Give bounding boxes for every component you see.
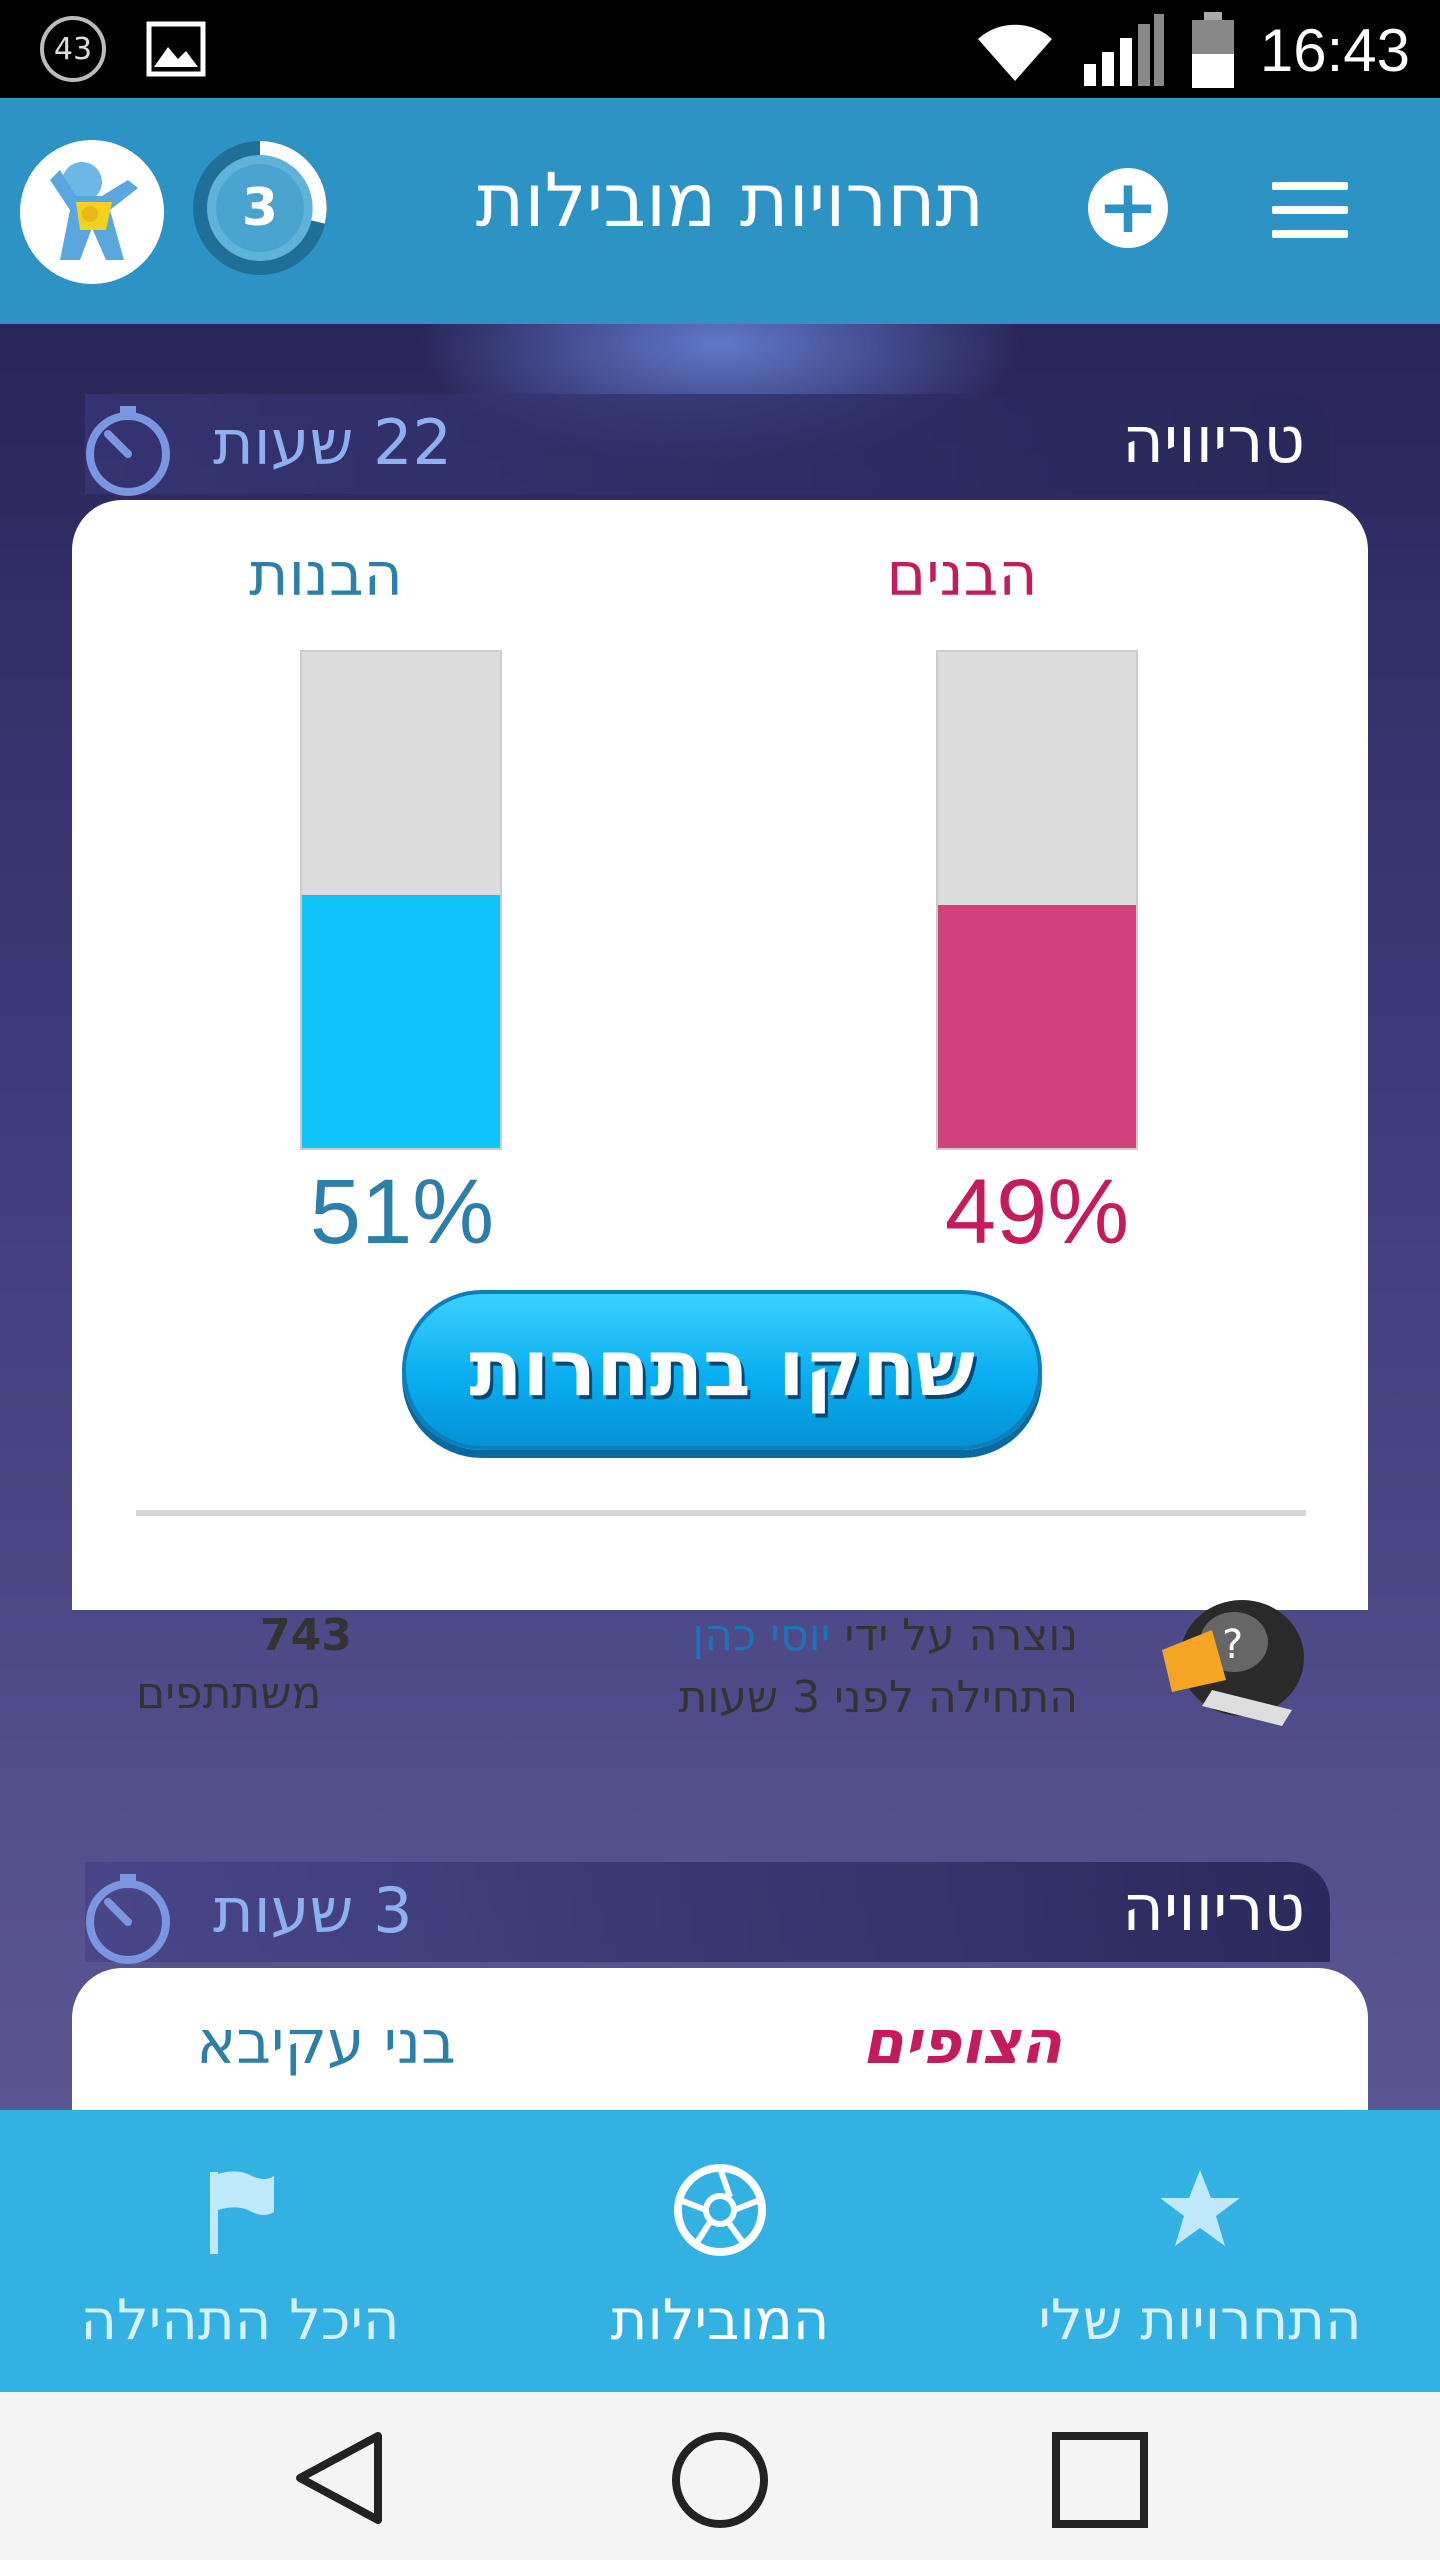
created-by-label: נוצרה על ידי <box>844 1610 1078 1661</box>
nav-hall-of-fame[interactable]: היכל התהילה <box>0 2110 480 2392</box>
team-name-right: הצופים <box>862 2008 1062 2078</box>
competition-header: 22 שעות טריוויה <box>85 394 1330 496</box>
nav-leading[interactable]: המובילות <box>480 2110 960 2392</box>
competitions-list: 22 שעות טריוויה הבנים הבנות 49% 51% שחקו… <box>0 324 1440 2110</box>
bottom-nav: היכל התהילה המובילות התחרויות שלי <box>0 2110 1440 2392</box>
time-left: 3 שעות <box>213 1874 413 1947</box>
status-bar: 43 16:43 <box>0 0 1440 98</box>
svg-text:?: ? <box>1222 1622 1243 1668</box>
battery-icon <box>1191 12 1234 88</box>
competition-card: הבנים הבנות 49% 51% שחקו בתחרות ? נוצרה … <box>72 500 1368 1726</box>
level-badge[interactable]: 3 <box>190 138 330 278</box>
creator-info: נוצרה על ידי יוסי כהן <box>692 1610 1078 1661</box>
team-name-boys: הבנים <box>886 540 1038 610</box>
home-icon[interactable] <box>668 2428 772 2532</box>
separator <box>480 2100 960 2110</box>
notification-badge: 43 <box>40 16 106 82</box>
back-icon[interactable] <box>290 2428 390 2528</box>
add-competition-button[interactable]: + <box>1088 168 1168 248</box>
percent-girls: 51% <box>309 1161 495 1263</box>
app-header: 3 תחרויות מובילות + <box>0 98 1440 324</box>
system-nav-bar <box>0 2392 1440 2560</box>
timer-icon <box>86 406 170 496</box>
started-time: התחילה לפני 3 שעות <box>678 1672 1078 1723</box>
category-label: טריוויה <box>1122 404 1305 478</box>
progress-fill-girls <box>302 895 500 1148</box>
progress-bar-girls <box>300 650 502 1150</box>
team-name-girls: הבנות <box>249 540 403 610</box>
menu-button[interactable] <box>1272 182 1348 238</box>
nav-label: היכל התהילה <box>80 2288 400 2353</box>
category-label: טריוויה <box>1122 1872 1305 1946</box>
image-icon <box>146 21 206 77</box>
signal-icon <box>1083 14 1164 86</box>
percent-boys: 49% <box>944 1161 1130 1263</box>
creator-icon: ? <box>1162 1600 1304 1726</box>
divider <box>136 1510 1306 1516</box>
level-number: 3 <box>241 178 279 238</box>
page-title: תחרויות מובילות <box>475 158 985 244</box>
play-competition-button[interactable]: שחקו בתחרות <box>402 1290 1042 1450</box>
star-icon <box>1160 2170 1240 2246</box>
competition-card: הצופים בני עקיבא <box>72 1968 1368 2110</box>
time-left: 22 שעות <box>213 406 452 479</box>
nav-label: המובילות <box>610 2288 830 2353</box>
wifi-icon <box>977 24 1052 81</box>
progress-bar-boys <box>936 650 1138 1150</box>
progress-fill-boys <box>938 904 1136 1148</box>
team-name-left: בני עקיבא <box>196 2008 456 2078</box>
competition-header: 3 שעות טריוויה <box>85 1862 1330 1964</box>
participants-count: 743 <box>260 1610 352 1661</box>
clock: 16:43 <box>1259 16 1410 84</box>
aperture-icon <box>674 2164 766 2256</box>
nav-label: התחרויות שלי <box>1038 2288 1362 2353</box>
participants-label: משתתפים <box>136 1668 322 1719</box>
creator-name[interactable]: יוסי כהן <box>692 1610 830 1661</box>
avatar[interactable] <box>20 140 164 284</box>
flag-icon <box>210 2171 274 2254</box>
nav-my-competitions[interactable]: התחרויות שלי <box>960 2110 1440 2392</box>
recents-icon[interactable] <box>1050 2430 1150 2530</box>
timer-icon <box>86 1874 170 1964</box>
